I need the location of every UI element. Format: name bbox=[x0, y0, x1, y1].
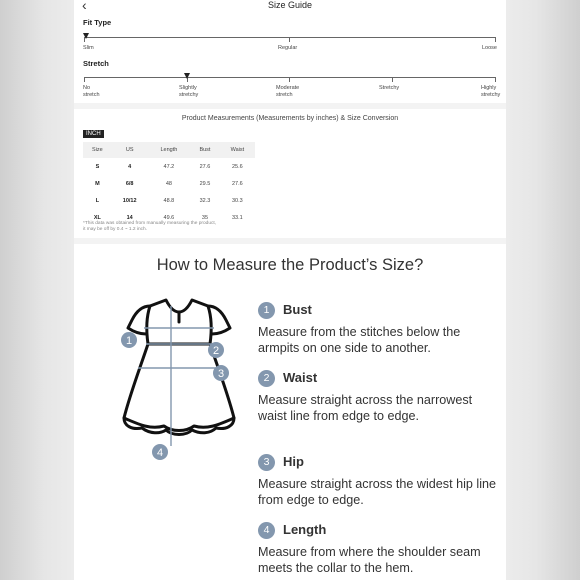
fit-type-label: Fit Type bbox=[83, 18, 112, 27]
table-cell: M bbox=[95, 180, 100, 187]
step-heading: Length bbox=[283, 522, 327, 537]
step-number: 4 bbox=[258, 522, 275, 539]
table-cell: 32.3 bbox=[199, 197, 211, 204]
column-header: Size bbox=[83, 142, 112, 158]
diagram-marker-label: 2 bbox=[213, 345, 219, 357]
stretch-option-line: Highly bbox=[481, 85, 497, 91]
diagram-marker-1: 1 bbox=[121, 332, 137, 348]
stretch-option-none[interactable]: No stretch bbox=[83, 85, 100, 98]
column-header: Waist bbox=[219, 142, 255, 158]
scale-line bbox=[84, 37, 496, 38]
table-cell: 30.3 bbox=[232, 197, 243, 204]
note-line: it may be off by 0.4 ~ 1.2 inch. bbox=[83, 227, 148, 232]
table-cell: 4 bbox=[128, 163, 132, 170]
table-cell: S bbox=[95, 163, 100, 170]
scale-line bbox=[84, 77, 496, 78]
stretch-option-stretchy[interactable]: Stretchy bbox=[379, 85, 399, 92]
stretch-option-line: Moderate bbox=[276, 85, 300, 91]
stretch-option-line: Slightly bbox=[179, 85, 197, 91]
diagram-marker-2: 2 bbox=[208, 342, 224, 358]
stretch-option-highly[interactable]: Highly stretchy bbox=[481, 85, 500, 98]
step-number: 3 bbox=[258, 454, 275, 471]
diagram-marker-label: 3 bbox=[218, 368, 224, 380]
measurement-note: *This data was obtained from manually me… bbox=[83, 221, 283, 233]
step-description: Measure straight across the widest hip l… bbox=[258, 477, 496, 507]
stretch-selected-marker bbox=[184, 73, 190, 79]
stretch-option-line: stretchy bbox=[179, 91, 199, 98]
fit-option-regular[interactable]: Regular bbox=[278, 45, 297, 52]
diagram-marker-label: 4 bbox=[157, 447, 163, 459]
table-cell: 29.5 bbox=[199, 180, 211, 187]
scale-tick bbox=[84, 77, 85, 82]
fit-option-slim[interactable]: Slim bbox=[83, 45, 94, 52]
step-description: Measure straight across the narrowest wa… bbox=[258, 393, 473, 423]
table-header-row: Size US Length Bust Waist bbox=[83, 142, 255, 158]
table-cell: 25.6 bbox=[232, 163, 243, 170]
scale-tick bbox=[495, 77, 496, 82]
step-description: Measure from where the shoulder seam mee… bbox=[258, 545, 481, 575]
table-row: S 4 47.2 27.6 25.6 bbox=[83, 158, 255, 175]
table-cell: L bbox=[95, 197, 100, 204]
background-blur-left bbox=[0, 0, 74, 580]
table-row: M 6/8 48 29.5 27.6 bbox=[83, 175, 255, 192]
background-blur-right bbox=[506, 0, 580, 580]
table-cell: 27.6 bbox=[232, 180, 243, 187]
stretch-option-slightly[interactable]: Slightly stretchy bbox=[179, 85, 198, 98]
size-table: Size US Length Bust Waist S 4 47.2 27.6 … bbox=[83, 142, 255, 226]
stretch-label: Stretch bbox=[83, 59, 109, 68]
dress-diagram: 1 2 3 4 bbox=[121, 298, 236, 460]
scale-tick bbox=[392, 77, 393, 82]
diagram-marker-3: 3 bbox=[213, 365, 229, 381]
note-line: *This data was obtained from manually me… bbox=[83, 221, 217, 226]
unit-badge: INCH bbox=[83, 130, 104, 138]
table-cell: 6/8 bbox=[125, 180, 134, 187]
scale-tick bbox=[289, 77, 290, 82]
column-header: Bust bbox=[190, 142, 220, 158]
section-divider bbox=[74, 238, 506, 244]
table-row: L 10/12 48.8 32.3 30.3 bbox=[83, 192, 255, 209]
scale-tick bbox=[495, 37, 496, 42]
column-header: Length bbox=[147, 142, 191, 158]
table-cell: 48.8 bbox=[163, 197, 175, 204]
header: ‹ Size Guide bbox=[74, 0, 506, 14]
stretch-option-line: Stretchy bbox=[379, 85, 400, 91]
table-cell: 10/12 bbox=[122, 197, 137, 204]
scale-tick bbox=[289, 37, 290, 42]
step-heading: Bust bbox=[283, 302, 312, 317]
stretch-option-moderate[interactable]: Moderate stretch bbox=[276, 85, 299, 98]
how-to-title: How to Measure the Product’s Size? bbox=[156, 256, 424, 274]
table-cell: 27.6 bbox=[199, 163, 211, 170]
diagram-marker-label: 1 bbox=[126, 335, 132, 347]
column-header: US bbox=[111, 142, 148, 158]
step-description: Measure from the stitches below the armp… bbox=[258, 325, 461, 355]
step-number: 1 bbox=[258, 302, 275, 319]
stretch-option-line: stretch bbox=[83, 91, 100, 98]
section-divider bbox=[74, 103, 506, 109]
diagram-marker-4: 4 bbox=[152, 444, 168, 460]
step-number: 2 bbox=[258, 370, 275, 387]
step-heading: Hip bbox=[283, 454, 304, 469]
fit-option-loose[interactable]: Loose bbox=[482, 45, 497, 52]
fit-type-selected-marker bbox=[83, 33, 89, 39]
table-cell: 48 bbox=[165, 180, 172, 187]
measurements-title: Product Measurements (Measurements by in… bbox=[181, 115, 399, 122]
table-cell: 47.2 bbox=[163, 163, 175, 170]
stretch-option-line: stretch bbox=[276, 91, 293, 98]
stretch-option-line: stretchy bbox=[481, 91, 501, 98]
step-heading: Waist bbox=[283, 370, 318, 385]
size-guide-page: ‹ Size Guide Fit Type Slim Regular Loose… bbox=[74, 0, 506, 580]
page-title: Size Guide bbox=[267, 0, 313, 10]
stretch-option-line: No bbox=[83, 85, 91, 91]
